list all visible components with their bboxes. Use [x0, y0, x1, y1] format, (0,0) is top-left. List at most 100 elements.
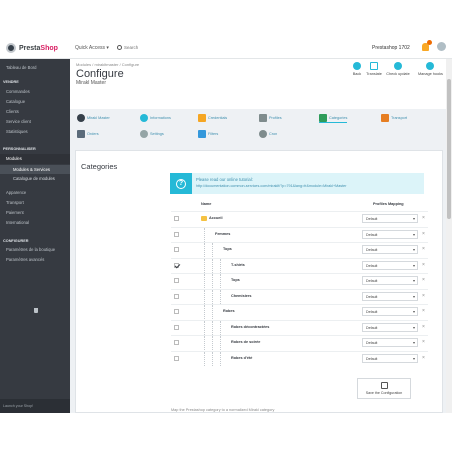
categories-icon — [319, 113, 327, 122]
profile-mapping-select[interactable]: Default — [362, 229, 418, 239]
category-checkbox[interactable] — [174, 247, 179, 252]
question-icon: ? — [170, 173, 192, 194]
profile-mapping-select[interactable]: Default — [362, 245, 418, 254]
tree-line — [204, 351, 205, 366]
tree-line — [204, 320, 205, 335]
category-name: T-shirts — [231, 262, 245, 267]
trash-icon[interactable] — [34, 308, 38, 313]
refresh-icon — [394, 62, 402, 70]
sidebar-section-sell: VENDRE — [3, 80, 19, 84]
tab-credentials[interactable]: Credentials — [198, 113, 227, 123]
sidebar-item-modules[interactable]: Modules — [0, 154, 70, 164]
profile-mapping-select[interactable]: Default — [362, 276, 418, 285]
category-checkbox[interactable] — [174, 324, 179, 330]
clear-mapping-icon[interactable]: × — [422, 308, 425, 314]
clear-mapping-icon[interactable]: × — [422, 215, 425, 221]
profile-mapping-select[interactable]: Default — [362, 307, 418, 316]
sidebar-item-customers[interactable]: Clients — [0, 109, 70, 114]
clear-mapping-icon[interactable]: × — [422, 277, 425, 283]
sidebar-footer[interactable]: Launch your Shop! — [0, 399, 70, 413]
logo-icon — [6, 43, 16, 53]
manage-hooks-button[interactable]: Manage hooks — [418, 62, 443, 76]
category-checkbox[interactable] — [174, 231, 179, 237]
search-input[interactable] — [124, 43, 176, 51]
category-checkbox[interactable] — [174, 278, 179, 283]
category-name: Accueil — [209, 216, 223, 220]
gear-icon — [140, 130, 148, 138]
quick-access-menu[interactable]: Quick Access ▾ — [75, 45, 109, 51]
clear-mapping-icon[interactable]: × — [422, 355, 425, 361]
profile-mapping-select[interactable]: Default — [362, 322, 418, 332]
sidebar-item-appearance[interactable]: Apparence — [0, 190, 70, 195]
scrollbar-thumb[interactable] — [447, 79, 451, 219]
tab-profiles[interactable]: Profiles — [259, 113, 282, 123]
check-update-button[interactable]: Check update — [386, 62, 410, 76]
clear-mapping-icon[interactable]: × — [422, 339, 425, 345]
panel-title: Categories — [81, 162, 118, 171]
profile-mapping-select[interactable]: Default — [362, 260, 418, 270]
category-checkbox[interactable] — [174, 262, 179, 268]
clear-mapping-icon[interactable]: × — [422, 324, 425, 330]
tree-line — [212, 351, 213, 366]
save-configuration-button[interactable]: Save the Configuration — [357, 378, 411, 399]
folder-icon[interactable] — [201, 216, 207, 221]
table-row: Accueil Default × — [171, 211, 428, 225]
category-name: Tops — [223, 247, 232, 251]
scrollbar[interactable] — [446, 59, 452, 413]
category-name: Robes d'été — [231, 355, 253, 360]
sidebar-item-orders[interactable]: Commandes — [0, 89, 70, 94]
category-checkbox[interactable] — [174, 355, 179, 361]
clear-mapping-icon[interactable]: × — [422, 246, 425, 252]
tab-orders[interactable]: Orders — [77, 129, 99, 139]
category-checkbox[interactable] — [174, 340, 179, 345]
sidebar-item-advanced-parameters[interactable]: Paramètres avancés — [0, 257, 70, 262]
flag-icon — [370, 62, 378, 70]
table-row: Robes de soirée Default × — [171, 335, 428, 350]
tab-mirakl-master[interactable]: Mirakl Master — [77, 113, 110, 123]
profile-mapping-select[interactable]: Default — [362, 338, 418, 347]
clear-mapping-icon[interactable]: × — [422, 231, 425, 237]
info-icon — [140, 114, 148, 122]
sidebar-item-catalog[interactable]: Catalogue — [0, 99, 70, 104]
breadcrumb[interactable]: Modules / mirakltmaster / Configure — [76, 62, 139, 67]
tree-line — [220, 274, 221, 288]
sidebar-item-modules-catalog[interactable]: Catalogue de modules — [0, 176, 70, 181]
sidebar-item-customer-service[interactable]: Service client — [0, 119, 70, 124]
tab-filters[interactable]: Filters — [198, 129, 218, 139]
sidebar-section-customize: PERSONNALISER — [3, 147, 36, 151]
tree-line — [204, 227, 205, 242]
category-checkbox[interactable] — [174, 216, 179, 221]
avatar[interactable] — [437, 42, 446, 51]
alert-text: Please read our online tutorial: — [196, 177, 253, 182]
profile-mapping-select[interactable]: Default — [362, 214, 418, 223]
clear-mapping-icon[interactable]: × — [422, 262, 425, 268]
tab-settings[interactable]: Settings — [140, 129, 164, 139]
tab-informations[interactable]: Informations — [140, 113, 171, 123]
profiles-icon — [259, 114, 267, 122]
page-header: Modules / mirakltmaster / Configure Conf… — [70, 59, 452, 109]
sidebar-item-dashboard[interactable]: Tableau de Bord — [0, 65, 70, 70]
logo-text: Presta — [19, 44, 41, 52]
sidebar-item-payment[interactable]: Paiement — [0, 210, 70, 215]
shop-name[interactable]: Prestashop 1702 — [372, 45, 410, 51]
tab-categories[interactable]: Categories — [319, 113, 348, 123]
tab-transport[interactable]: Transport — [381, 113, 407, 123]
sidebar-item-modules-services[interactable]: Modules & Services — [0, 165, 70, 174]
sidebar-item-international[interactable]: International — [0, 220, 70, 225]
profile-mapping-select[interactable]: Default — [362, 291, 418, 301]
notification-badge — [427, 40, 432, 45]
search-icon[interactable] — [117, 44, 122, 50]
sidebar-item-stats[interactable]: Statistiques — [0, 129, 70, 134]
prestashop-logo[interactable]: PrestaShop — [6, 43, 58, 53]
profile-mapping-select[interactable]: Default — [362, 353, 418, 363]
tree-line — [220, 320, 221, 335]
category-checkbox[interactable] — [174, 309, 179, 314]
category-checkbox[interactable] — [174, 293, 179, 299]
clear-mapping-icon[interactable]: × — [422, 293, 425, 299]
sidebar-item-shipping[interactable]: Transport — [0, 200, 70, 205]
tab-cron[interactable]: Cron — [259, 129, 277, 139]
tutorial-link[interactable]: http://documentation.common-services.com… — [196, 184, 346, 188]
back-icon — [353, 62, 361, 70]
translate-button[interactable]: Translate — [362, 62, 386, 76]
sidebar-item-shop-parameters[interactable]: Paramètres de la boutique — [0, 247, 70, 252]
